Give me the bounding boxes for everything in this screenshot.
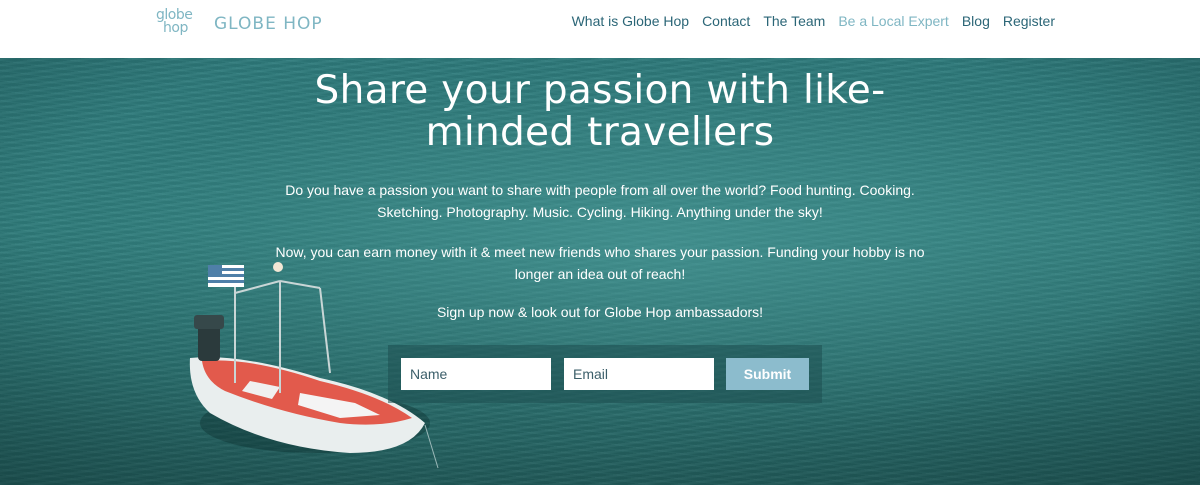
boat-engine-cover (194, 315, 224, 329)
greek-flag (208, 265, 244, 287)
name-input[interactable] (401, 358, 551, 390)
submit-button[interactable]: Submit (726, 358, 809, 390)
nav-contact[interactable]: Contact (702, 12, 750, 30)
hero-paragraph-3: Sign up now & look out for Globe Hop amb… (436, 304, 764, 320)
logo[interactable]: globe hop GLOBE HOP (156, 8, 323, 38)
hero-headline: Share your passion with like-minded trav… (314, 68, 886, 155)
logo-mark: globe hop (156, 8, 200, 37)
anchor-line (424, 424, 439, 469)
nav-the-team[interactable]: The Team (763, 12, 825, 30)
nav-blog[interactable]: Blog (962, 12, 990, 30)
site-header: globe hop GLOBE HOP What is Globe Hop Co… (0, 0, 1200, 58)
nav-be-a-local-expert[interactable]: Be a Local Expert (838, 12, 949, 30)
hero-paragraph-2: Now, you can earn money with it & meet n… (275, 244, 925, 282)
nav-what-is-globe-hop[interactable]: What is Globe Hop (572, 12, 690, 30)
logo-mark-line2: hop (163, 20, 188, 36)
nav-register[interactable]: Register (1003, 12, 1055, 30)
main-nav: What is Globe Hop Contact The Team Be a … (572, 12, 1055, 30)
hero-paragraph-1: Do you have a passion you want to share … (285, 182, 915, 220)
email-input[interactable] (564, 358, 714, 390)
logo-text: GLOBE HOP (214, 14, 323, 34)
hero-section: Share your passion with like-minded trav… (0, 58, 1200, 485)
